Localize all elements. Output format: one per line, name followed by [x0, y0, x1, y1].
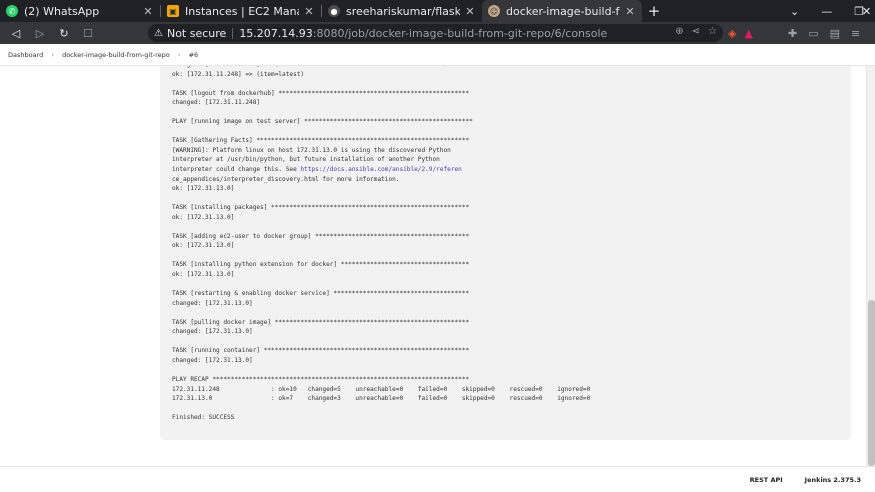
- bookmark-star-icon[interactable]: ☆: [708, 26, 717, 37]
- url-host: 15.207.14.93: [239, 26, 313, 40]
- tab-label: sreehariskumar/flask-app Tag: [346, 4, 460, 18]
- share-icon[interactable]: ⋖: [692, 26, 700, 37]
- console-line: TASK [installing packages] *************…: [172, 204, 470, 212]
- close-icon[interactable]: ✕: [624, 5, 636, 18]
- console-line: ce_appendices/interpreter_discovery.html…: [172, 175, 400, 183]
- console-line: changed: [172.31.13.0]: [172, 299, 253, 307]
- console-line: TASK [running container] ***************…: [172, 347, 470, 355]
- tab-github[interactable]: ● sreehariskumar/flask-app Tag ✕: [322, 0, 482, 22]
- warning-icon: ⚠: [154, 27, 163, 39]
- forward-icon[interactable]: ▷: [30, 23, 50, 43]
- rest-api-link[interactable]: REST API: [750, 476, 783, 484]
- extension-area: ◈ ▲: [728, 22, 753, 44]
- sidebar-icon[interactable]: ▭: [808, 27, 818, 40]
- back-icon[interactable]: ◁: [6, 23, 26, 43]
- new-tab-icon[interactable]: +: [642, 0, 666, 22]
- address-bar[interactable]: ⚠ Not secure 15.207.14.93:8080/job/docke…: [148, 24, 723, 42]
- main-content: changed: [172.31.11.248] => (item=5360bz…: [0, 66, 875, 466]
- console-line: interpreter at /usr/bin/python, but futu…: [172, 156, 440, 164]
- console-text: changed: [172.31.11.248] => (item=5360bz…: [172, 66, 839, 423]
- extensions-icon[interactable]: ✚: [788, 27, 797, 40]
- console-line: TASK [restarting & enabling docker servi…: [172, 290, 470, 298]
- page-scrollbar[interactable]: [866, 66, 875, 466]
- chevron-right-icon: ›: [177, 50, 181, 59]
- console-line: [WARNING]: Platform linux on host 172.31…: [172, 146, 451, 154]
- console-line: ok: [172.31.11.248] => (item=latest): [172, 70, 305, 78]
- github-icon: ●: [328, 5, 340, 17]
- aws-icon: ▣: [167, 5, 179, 17]
- console-line: ok: [172.31.13.0]: [172, 242, 235, 250]
- tab-label: docker-image-build-from-: [506, 4, 620, 18]
- tab-label: Instances | EC2 Management C: [185, 4, 299, 18]
- console-line: ok: [172.31.13.0]: [172, 185, 235, 193]
- close-icon[interactable]: ✕: [303, 5, 315, 18]
- brave-shield-icon[interactable]: ◈: [728, 27, 736, 40]
- tab-label: (2) WhatsApp: [24, 4, 100, 18]
- console-line: 172.31.13.0 : ok=7 changed=3 unreachable…: [172, 395, 591, 403]
- minimize-icon[interactable]: —: [821, 5, 832, 18]
- tab-jenkins-console[interactable]: ☺ docker-image-build-from- ✕: [482, 0, 642, 22]
- breadcrumb: Dashboard › docker-image-build-from-git-…: [0, 44, 875, 66]
- divider: [232, 27, 234, 39]
- breadcrumb-job[interactable]: docker-image-build-from-git-repo: [62, 51, 170, 59]
- tab-whatsapp[interactable]: ✆ (2) WhatsApp ✕: [0, 0, 160, 22]
- tab-ec2-instances[interactable]: ▣ Instances | EC2 Management C ✕: [161, 0, 321, 22]
- console-line: 172.31.11.248 : ok=10 changed=5 unreacha…: [172, 385, 591, 393]
- breadcrumb-dashboard[interactable]: Dashboard: [8, 51, 43, 59]
- window-close-icon[interactable]: ✕: [862, 0, 871, 22]
- breadcrumb-build[interactable]: #6: [189, 51, 199, 59]
- toolbar-right: ✚ ▭ ▤ ≡: [788, 22, 860, 44]
- reload-icon[interactable]: ↻: [54, 23, 74, 43]
- browser-toolbar: ◁ ▷ ↻ ☐ ⚠ Not secure 15.207.14.93:8080/j…: [0, 22, 875, 44]
- console-line: ok: [172.31.13.0]: [172, 213, 235, 221]
- ansible-docs-link[interactable]: https://docs.ansible.com/ansible/2.9/ref…: [300, 166, 461, 173]
- console-line: TASK [installing python extension for do…: [172, 261, 470, 269]
- console-line: PLAY RECAP *****************************…: [172, 376, 470, 384]
- whatsapp-icon: ✆: [6, 5, 18, 17]
- tab-search-icon[interactable]: ⌄: [790, 5, 799, 18]
- close-icon[interactable]: ✕: [464, 5, 476, 18]
- chevron-right-icon: ›: [51, 50, 55, 59]
- browser-tab-strip: ✆ (2) WhatsApp ✕ ▣ Instances | EC2 Manag…: [0, 0, 875, 22]
- close-icon[interactable]: ✕: [142, 5, 154, 18]
- scrollbar-thumb[interactable]: [868, 300, 875, 466]
- console-line: PLAY [running image on test server] ****…: [172, 118, 473, 126]
- console-line: TASK [Gathering Facts] *****************…: [172, 137, 470, 145]
- console-line: changed: [172.31.11.248]: [172, 99, 261, 107]
- wallet-icon[interactable]: ▤: [830, 27, 840, 40]
- jenkins-icon: ☺: [488, 5, 500, 17]
- console-line: TASK [adding ec2-user to docker group] *…: [172, 232, 470, 240]
- jenkins-version-link[interactable]: Jenkins 2.375.3: [805, 476, 861, 484]
- console-line: Finished: SUCCESS: [172, 414, 235, 422]
- console-line: TASK [pulling docker image] ************…: [172, 318, 470, 326]
- omnibox-actions: ⊕ ⋖ ☆: [675, 26, 717, 37]
- not-secure-label: Not secure: [166, 26, 227, 40]
- bookmark-icon[interactable]: ☐: [78, 23, 98, 43]
- brave-rewards-icon[interactable]: ▲: [744, 27, 752, 40]
- console-line: ok: [172.31.13.0]: [172, 271, 235, 279]
- console-output: changed: [172.31.11.248] => (item=5360bz…: [160, 66, 851, 440]
- console-line: changed: [172.31.13.0]: [172, 328, 253, 336]
- console-line: TASK [logout from dockerhub] ***********…: [172, 89, 470, 97]
- window-controls: ⌄ — ❐: [790, 0, 864, 22]
- menu-icon[interactable]: ≡: [851, 27, 860, 40]
- console-line: interpreter could change this. See https…: [172, 166, 462, 174]
- page-footer: REST API Jenkins 2.375.3: [0, 466, 875, 492]
- console-line: changed: [172.31.13.0]: [172, 356, 253, 364]
- zoom-icon[interactable]: ⊕: [675, 26, 683, 37]
- url-path: :8080/job/docker-image-build-from-git-re…: [312, 26, 608, 40]
